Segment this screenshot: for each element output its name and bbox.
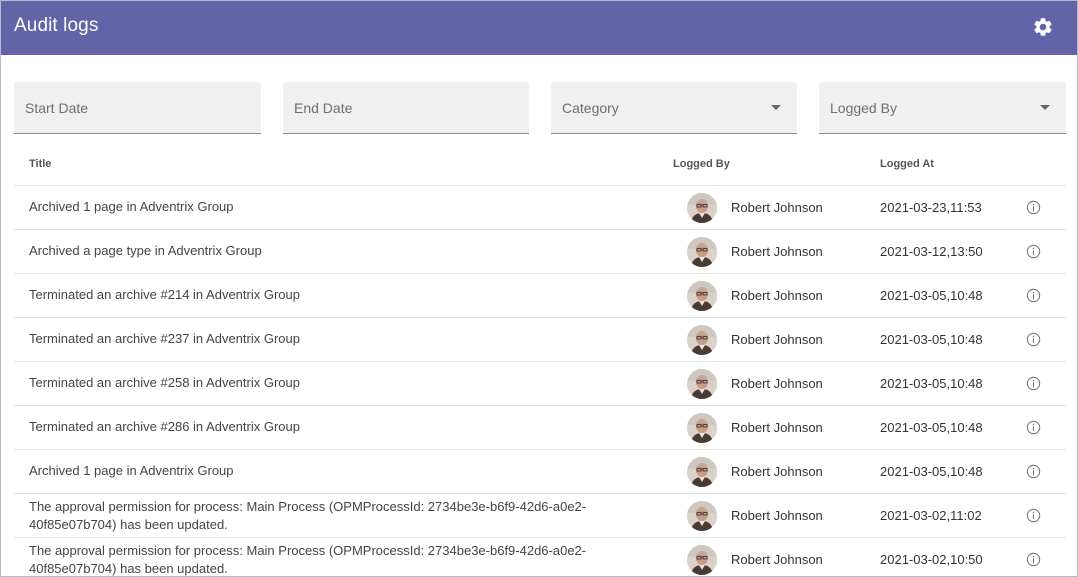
table-row[interactable]: Archived 1 page in Adventrix Group Robert… (14, 450, 1066, 494)
log-title: Terminated an archive #214 in Adventrix … (29, 287, 300, 302)
avatar (687, 369, 717, 399)
logged-by-name: Robert Johnson (731, 332, 823, 347)
end-date-placeholder: End Date (294, 100, 353, 116)
table-row[interactable]: The approval permission for process: Mai… (14, 494, 1066, 538)
logged-at-time: 2021-03-05,10:48 (880, 376, 983, 391)
logged-at-time: 2021-03-05,10:48 (880, 464, 983, 479)
category-select[interactable]: Category (551, 82, 797, 134)
info-icon[interactable] (1026, 244, 1041, 259)
filter-bar: Start Date End Date Category Logged By (1, 82, 1077, 134)
avatar (687, 325, 717, 355)
app-header: Audit logs (1, 1, 1077, 55)
info-icon[interactable] (1026, 420, 1041, 435)
column-header-logged-by[interactable]: Logged By (673, 158, 730, 170)
logged-by-name: Robert Johnson (731, 508, 823, 523)
logged-by-name: Robert Johnson (731, 200, 823, 215)
logged-by-name: Robert Johnson (731, 552, 823, 567)
table-row[interactable]: Archived 1 page in Adventrix Group Robert… (14, 186, 1066, 230)
column-header-logged-at[interactable]: Logged At (880, 158, 934, 170)
info-icon[interactable] (1026, 376, 1041, 391)
info-icon[interactable] (1026, 288, 1041, 303)
logged-at-time: 2021-03-02,11:02 (880, 508, 982, 523)
log-title: Terminated an archive #258 in Adventrix … (29, 375, 300, 390)
table-row[interactable]: Terminated an archive #214 in Adventrix … (14, 274, 1066, 318)
info-icon[interactable] (1026, 464, 1041, 479)
logged-at-time: 2021-03-05,10:48 (880, 420, 983, 435)
table-row[interactable]: The approval permission for process: Mai… (14, 538, 1066, 576)
logged-at-time: 2021-03-23,11:53 (880, 200, 982, 215)
page-title: Audit logs (14, 15, 99, 36)
start-date-field[interactable]: Start Date (14, 82, 261, 134)
audit-logs-panel: Audit logs Start Date End Date Category … (0, 0, 1078, 577)
logged-at-time: 2021-03-05,10:48 (880, 288, 983, 303)
avatar (687, 237, 717, 267)
chevron-down-icon (1040, 105, 1050, 110)
table-body: Archived 1 page in Adventrix Group Robert… (14, 186, 1066, 576)
log-title: Archived 1 page in Adventrix Group (29, 199, 234, 214)
log-title: Archived a page type in Adventrix Group (29, 243, 262, 258)
info-icon[interactable] (1026, 200, 1041, 215)
start-date-placeholder: Start Date (25, 100, 89, 116)
logged-by-name: Robert Johnson (731, 464, 823, 479)
gear-icon[interactable] (1032, 16, 1054, 38)
avatar (687, 413, 717, 443)
table-row[interactable]: Terminated an archive #286 in Adventrix … (14, 406, 1066, 450)
end-date-field[interactable]: End Date (283, 82, 529, 134)
avatar (687, 545, 717, 575)
table-row[interactable]: Terminated an archive #237 in Adventrix … (14, 318, 1066, 362)
table-header: Title Logged By Logged At (14, 142, 1066, 186)
info-icon[interactable] (1026, 552, 1041, 567)
log-title: Archived 1 page in Adventrix Group (29, 463, 234, 478)
log-title: Terminated an archive #286 in Adventrix … (29, 419, 300, 434)
avatar (687, 457, 717, 487)
column-header-title[interactable]: Title (29, 158, 51, 170)
logged-by-name: Robert Johnson (731, 288, 823, 303)
audit-log-table: Title Logged By Logged At Archived 1 pag… (14, 142, 1066, 576)
info-icon[interactable] (1026, 332, 1041, 347)
log-title: The approval permission for process: Mai… (29, 543, 587, 576)
category-placeholder: Category (562, 100, 619, 116)
avatar (687, 501, 717, 531)
avatar (687, 193, 717, 223)
logged-by-name: Robert Johnson (731, 244, 823, 259)
info-icon[interactable] (1026, 508, 1041, 523)
logged-by-select[interactable]: Logged By (819, 82, 1066, 134)
logged-by-name: Robert Johnson (731, 376, 823, 391)
avatar (687, 281, 717, 311)
table-row[interactable]: Archived a page type in Adventrix Group R… (14, 230, 1066, 274)
logged-by-placeholder: Logged By (830, 100, 897, 116)
logged-at-time: 2021-03-02,10:50 (880, 552, 983, 567)
logged-at-time: 2021-03-05,10:48 (880, 332, 983, 347)
log-title: Terminated an archive #237 in Adventrix … (29, 331, 300, 346)
log-title: The approval permission for process: Mai… (29, 499, 587, 532)
logged-at-time: 2021-03-12,13:50 (880, 244, 983, 259)
chevron-down-icon (771, 105, 781, 110)
table-row[interactable]: Terminated an archive #258 in Adventrix … (14, 362, 1066, 406)
logged-by-name: Robert Johnson (731, 420, 823, 435)
